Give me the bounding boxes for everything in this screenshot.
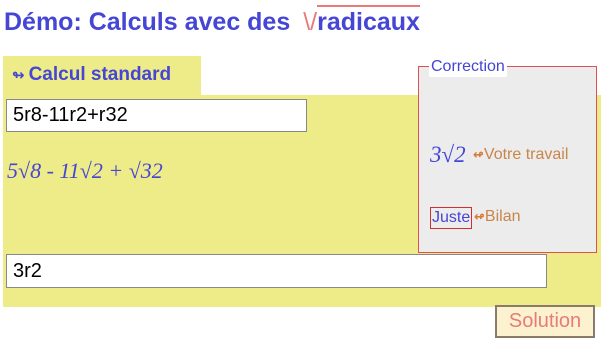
expression-display: 5√8 - 11√2 + √32 [7, 158, 163, 183]
correction-legend: Correction [429, 57, 507, 77]
solution-button[interactable]: Solution [495, 305, 595, 338]
verdict-badge: Juste [430, 207, 473, 229]
page-title: Démo: Calculs avec des \/radicaux [4, 5, 420, 37]
result-label: Votre travail [483, 146, 569, 163]
title-radical-word: radicaux [317, 5, 420, 36]
tab-label: Calcul standard [28, 64, 172, 85]
tab-calcul-standard[interactable]: ↬ Calcul standard [3, 56, 201, 96]
result-value: 3√2 [430, 142, 466, 167]
votre-travail-label: ↫Votre travail [473, 146, 568, 164]
arrow-left-icon: ↫ [473, 147, 484, 162]
result-display: 3√2 [430, 142, 466, 168]
verdict-label: Bilan [484, 208, 521, 225]
title-text: Démo: Calculs avec des [4, 8, 291, 36]
radical-symbol-icon: \/ [303, 8, 318, 36]
arrow-left-icon: ↫ [474, 209, 485, 224]
expression-input[interactable] [6, 99, 307, 132]
tab-arrow-icon: ↬ [12, 67, 25, 84]
bilan-label: ↫Bilan [474, 208, 520, 226]
answer-input[interactable] [6, 254, 547, 288]
